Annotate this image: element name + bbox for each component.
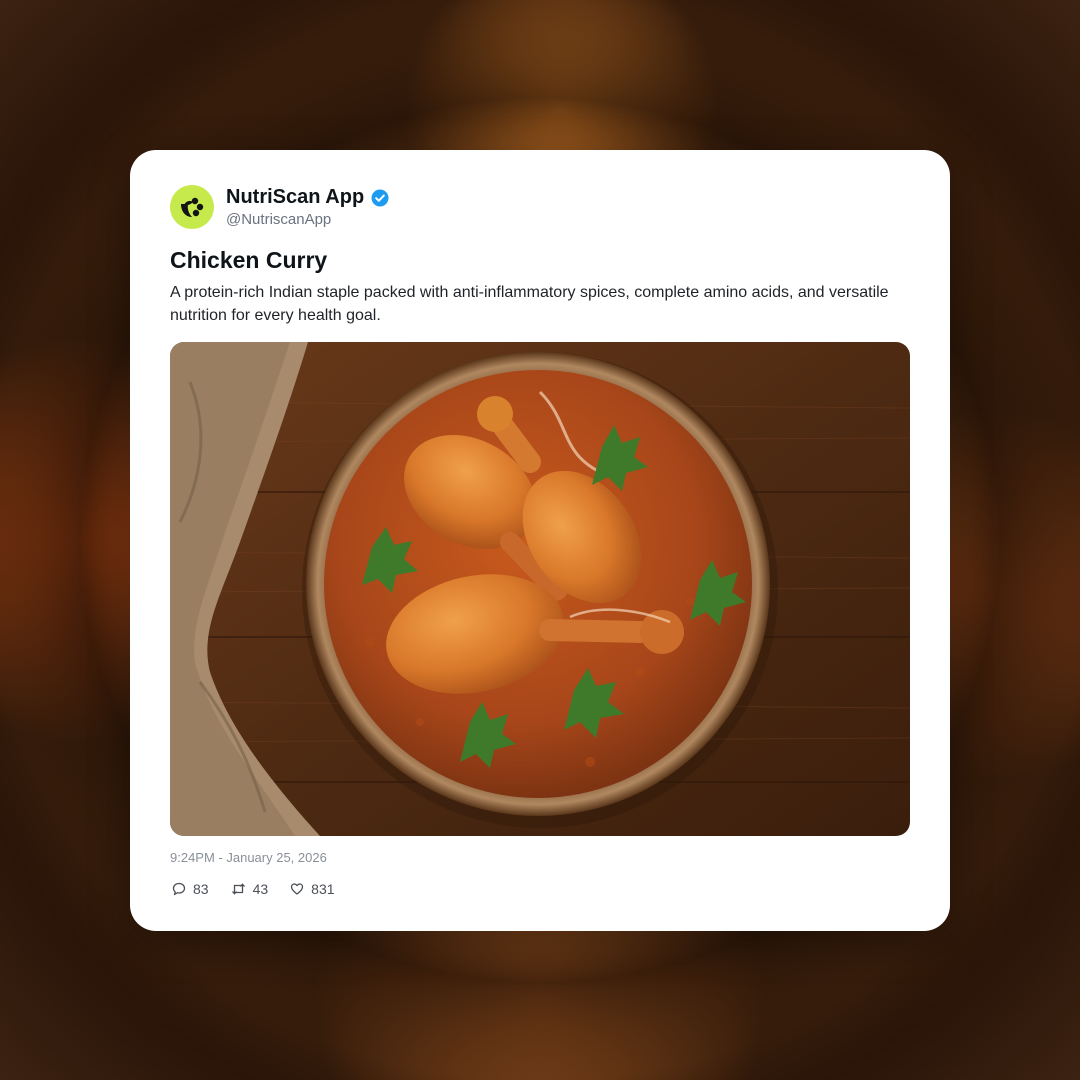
post-description: A protein-rich Indian staple packed with… [170, 284, 889, 324]
engagement-bar: 83 43 831 [172, 881, 335, 897]
comment-icon [172, 882, 186, 896]
verified-badge-icon [371, 189, 389, 206]
reply-button[interactable]: 83 [172, 881, 209, 897]
author-row: NutriScan App [226, 186, 390, 209]
post-timestamp[interactable]: 9:24PM - January 25, 2026 [170, 850, 327, 865]
post-card: NutriScan App @NutriscanApp Chicken Curr… [130, 150, 950, 931]
chicken-curry-photo [170, 342, 910, 836]
post-title: Chicken Curry [170, 247, 328, 273]
like-button[interactable]: 831 [290, 881, 335, 897]
nutriscan-logo-icon [181, 197, 204, 217]
reply-count: 83 [193, 881, 209, 897]
author-name[interactable]: NutriScan App [226, 186, 364, 209]
repost-icon [231, 883, 245, 895]
post-image[interactable] [170, 342, 910, 836]
repost-button[interactable]: 43 [231, 881, 269, 897]
like-count: 831 [311, 881, 335, 897]
heart-icon [291, 883, 304, 895]
author-handle[interactable]: @NutriscanApp [226, 211, 331, 228]
repost-count: 43 [252, 881, 269, 897]
avatar[interactable] [170, 185, 214, 229]
